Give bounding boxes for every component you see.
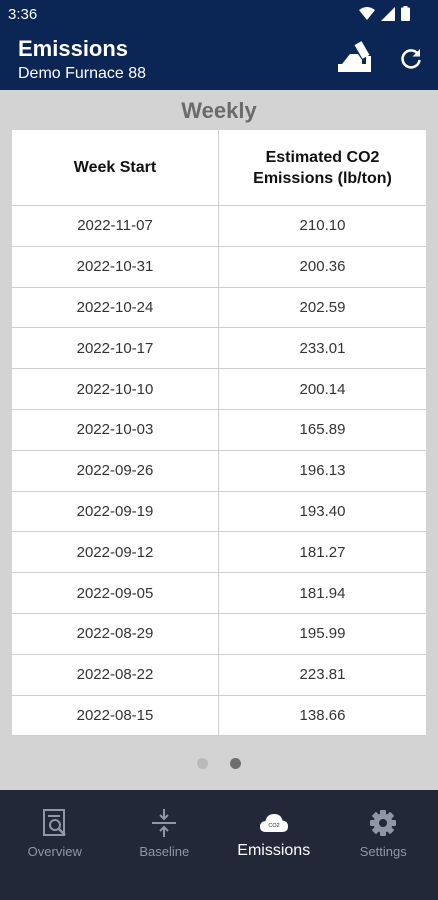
week-start-cell: 2022-08-29 <box>12 613 219 654</box>
status-time: 3:36 <box>8 6 38 23</box>
emissions-value-cell: 233.01 <box>299 339 346 357</box>
week-start-cell: 2022-09-05 <box>12 573 219 613</box>
nav-baseline-label: Baseline <box>139 844 190 859</box>
table-row: 2022-08-22 223.81 <box>12 654 426 696</box>
furnace-icon <box>338 41 371 72</box>
table-row: 2022-09-19 193.40 <box>12 491 426 533</box>
furnace-select-button[interactable] <box>334 38 376 78</box>
week-start-cell: 2022-11-07 <box>12 206 219 246</box>
table-row: 2022-08-15 138.66 <box>12 695 426 736</box>
table-row: 2022-08-29 195.99 <box>12 613 426 655</box>
page-dot-1[interactable] <box>197 758 208 769</box>
emissions-table[interactable]: Week Start Estimated CO2 Emissions (lb/t… <box>12 130 426 736</box>
week-start-cell: 2022-08-15 <box>12 695 219 736</box>
bottom-nav: Overview Baseline CO2 Emissions Settings <box>0 790 438 900</box>
svg-text:CO2: CO2 <box>268 823 279 829</box>
emissions-value-cell: 223.81 <box>299 666 346 684</box>
table-row: 2022-09-12 181.27 <box>12 532 426 574</box>
table-row: 2022-10-31 200.36 <box>12 246 426 288</box>
column-header-week-start: Week Start <box>12 130 219 205</box>
emissions-value-cell: 165.89 <box>299 421 346 439</box>
week-start-cell: 2022-10-24 <box>12 287 219 328</box>
emissions-value-cell: 181.27 <box>299 543 346 561</box>
section-title: Weekly <box>181 98 257 123</box>
emissions-value-cell: 200.36 <box>299 258 346 276</box>
nav-baseline[interactable]: Baseline <box>110 790 220 868</box>
emissions-content: Weekly Week Start Estimated CO2 Emission… <box>0 90 438 790</box>
emissions-value-cell: 138.66 <box>299 706 346 724</box>
page-dot-2[interactable] <box>230 758 241 769</box>
app-title: Emissions <box>18 36 129 61</box>
signal-icon <box>381 6 395 21</box>
week-start-cell: 2022-10-31 <box>12 246 219 287</box>
status-icons <box>359 6 410 21</box>
page-indicator <box>0 758 438 769</box>
battery-icon <box>401 6 410 21</box>
nav-emissions[interactable]: CO2 Emissions <box>219 790 329 868</box>
table-row: 2022-10-24 202.59 <box>12 287 426 329</box>
week-start-cell: 2022-10-17 <box>12 328 219 369</box>
wifi-icon <box>359 6 375 20</box>
refresh-button[interactable] <box>394 42 428 76</box>
emissions-value-cell: 210.10 <box>299 217 346 235</box>
overview-icon <box>42 809 66 836</box>
emissions-value-cell: 200.14 <box>299 380 346 398</box>
week-start-cell: 2022-10-03 <box>12 409 219 450</box>
gear-icon <box>370 810 397 836</box>
nav-emissions-label: Emissions <box>237 842 311 859</box>
nav-settings[interactable]: Settings <box>329 790 438 868</box>
week-start-cell: 2022-10-10 <box>12 369 219 409</box>
nav-settings-label: Settings <box>359 844 407 859</box>
emissions-value-cell: 196.13 <box>299 462 346 480</box>
week-start-cell: 2022-09-19 <box>12 491 219 532</box>
table-row: 2022-09-26 196.13 <box>12 450 426 492</box>
table-row: 2022-10-10 200.14 <box>12 369 426 410</box>
co2-cloud-icon: CO2 <box>259 814 288 832</box>
table-header: Week Start Estimated CO2 Emissions (lb/t… <box>12 130 426 206</box>
table-row: 2022-11-07 210.10 <box>12 206 426 247</box>
status-bar: 3:36 <box>0 0 438 28</box>
app-bar: Emissions Demo Furnace 88 <box>0 28 438 90</box>
table-row: 2022-09-05 181.94 <box>12 573 426 614</box>
emissions-value-cell: 193.40 <box>299 502 346 520</box>
emissions-value-cell: 181.94 <box>299 584 346 602</box>
week-start-cell: 2022-09-12 <box>12 532 219 573</box>
week-start-cell: 2022-09-26 <box>12 450 219 491</box>
table-row: 2022-10-17 233.01 <box>12 328 426 370</box>
nav-overview[interactable]: Overview <box>0 790 110 868</box>
table-body: 2022-11-07 210.10 2022-10-31 200.36 2022-10-… <box>12 206 426 736</box>
table-row: 2022-10-03 165.89 <box>12 409 426 451</box>
nav-overview-label: Overview <box>27 844 82 859</box>
furnace-name: Demo Furnace 88 <box>18 65 147 82</box>
column-header-emissions: Estimated CO2 Emissions (lb/ton) <box>253 148 392 187</box>
week-start-cell: 2022-08-22 <box>12 654 219 695</box>
baseline-icon <box>152 809 177 837</box>
emissions-value-cell: 195.99 <box>299 625 346 643</box>
emissions-value-cell: 202.59 <box>299 298 346 316</box>
refresh-icon <box>401 49 421 69</box>
